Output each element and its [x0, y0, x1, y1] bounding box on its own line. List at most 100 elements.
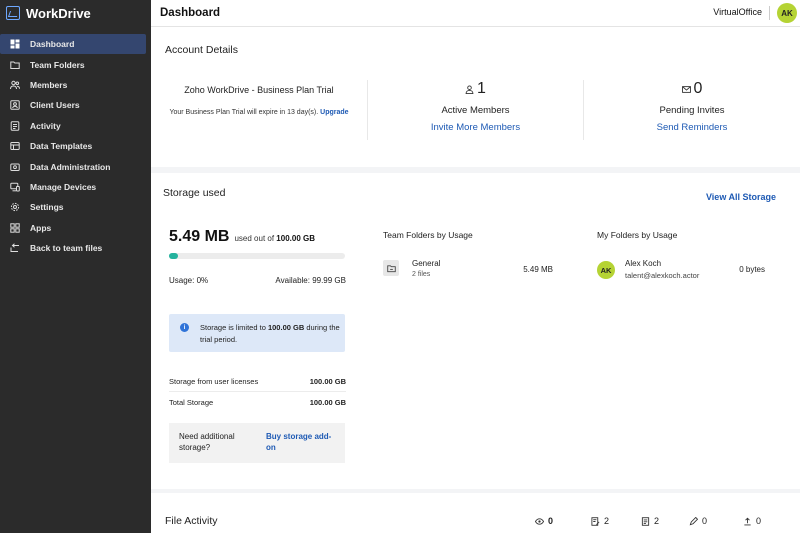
- upload-icon: [743, 517, 752, 526]
- account-details-card: Account Details Zoho WorkDrive - Busines…: [151, 27, 800, 167]
- buy-storage-addon-link[interactable]: Buy storage add-on: [266, 431, 338, 453]
- documents-count: 2: [654, 516, 660, 526]
- activity-icon: [10, 121, 20, 131]
- avatar: AK: [597, 261, 615, 279]
- sidebar-item-manage-devices[interactable]: Manage Devices: [0, 177, 146, 197]
- uploads-count: 0: [756, 516, 762, 526]
- user-storage-size: 0 bytes: [739, 265, 765, 274]
- storage-used-summary: 5.49 MB used out of 100.00 GB: [169, 228, 315, 246]
- storage-progress-bar: [169, 253, 345, 259]
- sidebar-item-data-administration[interactable]: Data Administration: [0, 156, 146, 176]
- licenses-label: Storage from user licenses: [169, 377, 259, 386]
- info-icon: i: [180, 323, 189, 332]
- sidebar-item-label: Apps: [30, 222, 52, 233]
- team-folder-row[interactable]: General 2 files 5.49 MB: [383, 259, 553, 281]
- send-reminders-link[interactable]: Send Reminders: [584, 122, 800, 133]
- info-prefix: Storage is limited to: [200, 323, 266, 332]
- sidebar-item-data-templates[interactable]: Data Templates: [0, 136, 146, 156]
- sidebar-item-label: Team Folders: [30, 59, 85, 70]
- gear-icon: [10, 202, 20, 212]
- info-text: Storage is limited to 100.00 GB during t…: [200, 322, 340, 346]
- invite-members-link[interactable]: Invite More Members: [368, 122, 583, 133]
- total-storage-label: Total Storage: [169, 398, 214, 407]
- plan-expiry-text: Your Business Plan Trial will expire in …: [169, 109, 319, 116]
- sidebar-item-activity[interactable]: Activity: [0, 116, 146, 136]
- user-avatar[interactable]: AK: [777, 3, 797, 23]
- modifications-stat[interactable]: 0: [689, 516, 707, 526]
- sidebar-item-label: Manage Devices: [30, 181, 97, 192]
- members-icon: [10, 80, 20, 90]
- sidebar-item-label: Back to team files: [30, 243, 103, 254]
- my-folder-row[interactable]: AK Alex Koch talent@alexkoch.actor 0 byt…: [597, 259, 765, 281]
- uploads-stat[interactable]: 0: [743, 516, 761, 526]
- folder-icon: [383, 260, 399, 276]
- data-administration-icon: [10, 162, 20, 172]
- divider: [169, 391, 346, 392]
- used-value: 5.49 MB: [169, 228, 230, 245]
- storage-addon-box: Need additional storage? Buy storage add…: [169, 423, 345, 463]
- page-title: Dashboard: [160, 7, 221, 19]
- used-of-prefix: used out of: [234, 234, 275, 243]
- plan-expiry: Your Business Plan Trial will expire in …: [151, 109, 367, 116]
- apps-icon: [10, 223, 20, 233]
- folder-name: General: [412, 259, 441, 268]
- available-label: Available: 99.99 GB: [275, 276, 346, 285]
- main-content: Account Details Zoho WorkDrive - Busines…: [151, 27, 800, 533]
- pending-invites-count: 0: [693, 80, 703, 97]
- sidebar-item-members[interactable]: Members: [0, 75, 146, 95]
- app-name: WorkDrive: [26, 5, 91, 21]
- sidebar-item-apps[interactable]: Apps: [0, 218, 146, 238]
- document-edit-icon: [591, 516, 600, 526]
- pending-invites: 0 Pending Invites Send Reminders: [583, 80, 800, 140]
- edits-count: 2: [604, 516, 610, 526]
- sidebar-item-label: Members: [30, 79, 68, 90]
- licenses-value: 100.00 GB: [309, 377, 346, 386]
- active-members: 1 Active Members Invite More Members: [367, 80, 583, 140]
- active-members-stat: 1: [368, 80, 583, 98]
- top-bar: Dashboard VirtualOffice AK: [151, 0, 800, 27]
- total-value: 100.00 GB: [276, 234, 315, 243]
- org-name[interactable]: VirtualOffice: [713, 7, 762, 17]
- folder-size: 5.49 MB: [523, 265, 553, 274]
- file-activity-title: File Activity: [165, 515, 218, 527]
- data-templates-icon: [10, 141, 20, 151]
- sidebar-item-settings[interactable]: Settings: [0, 197, 146, 217]
- need-more-storage-text: Need additional storage?: [179, 432, 235, 452]
- documents-stat[interactable]: 2: [641, 516, 659, 526]
- active-members-count: 1: [477, 80, 486, 97]
- usage-label: Usage: 0%: [169, 276, 209, 285]
- envelope-icon: [681, 85, 691, 94]
- total-storage-row: Total Storage 100.00 GB: [169, 398, 346, 407]
- used-of-total: used out of 100.00 GB: [234, 234, 315, 243]
- sidebar-item-client-users[interactable]: Client Users: [0, 95, 146, 115]
- eye-icon: [535, 517, 544, 526]
- dashboard-icon: [10, 39, 20, 49]
- view-all-storage-link[interactable]: View All Storage: [706, 192, 776, 202]
- sidebar-item-label: Dashboard: [30, 39, 75, 50]
- sidebar-item-back-to-team-files[interactable]: Back to team files: [0, 238, 146, 258]
- divider: [769, 6, 770, 20]
- user-icon: [465, 84, 474, 94]
- sidebar-item-team-folders[interactable]: Team Folders: [0, 54, 146, 74]
- sidebar-item-label: Settings: [30, 202, 64, 213]
- document-icon: [641, 516, 650, 526]
- team-folders-heading: Team Folders by Usage: [383, 230, 473, 240]
- team-folders-icon: [10, 60, 20, 70]
- upgrade-link[interactable]: Upgrade: [320, 109, 348, 116]
- info-amount: 100.00 GB: [267, 323, 305, 332]
- folder-file-count: 2 files: [412, 271, 431, 278]
- edits-stat[interactable]: 2: [591, 516, 609, 526]
- licenses-storage-row: Storage from user licenses 100.00 GB: [169, 377, 346, 386]
- active-members-label: Active Members: [441, 105, 510, 116]
- client-users-icon: [10, 100, 20, 111]
- sidebar-item-label: Data Templates: [30, 141, 93, 152]
- sidebar-item-label: Activity: [30, 120, 61, 131]
- user-name: Alex Koch: [625, 259, 662, 268]
- storage-card: Storage used View All Storage 5.49 MB us…: [151, 173, 800, 489]
- user-email: talent@alexkoch.actor: [625, 271, 700, 280]
- sidebar-item-dashboard[interactable]: Dashboard: [0, 34, 146, 55]
- account-details-title: Account Details: [165, 44, 238, 56]
- views-stat[interactable]: 0: [535, 516, 553, 526]
- brand[interactable]: WorkDrive: [0, 0, 151, 26]
- sidebar-item-label: Client Users: [30, 100, 80, 111]
